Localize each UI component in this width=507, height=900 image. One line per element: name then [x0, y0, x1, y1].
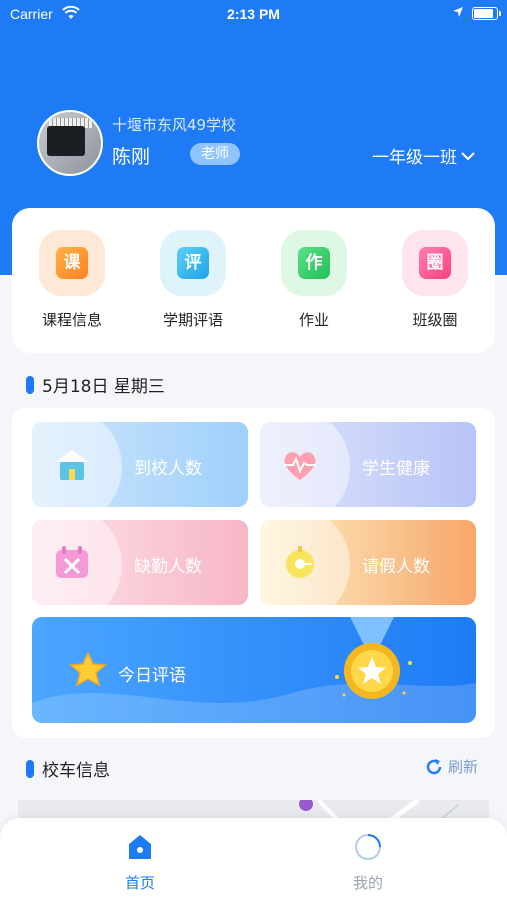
tab-mine-label: 我的: [352, 874, 383, 892]
home-icon: [129, 835, 151, 859]
quick-action-label: 班级圈: [412, 311, 458, 329]
quick-actions-card: 课 课程信息 评 学期评语 作 作业 圈 班级圈: [12, 208, 495, 353]
refresh-label: 刷新: [448, 758, 479, 776]
quick-action-semester-comments[interactable]: 评 学期评语: [143, 230, 243, 330]
role-badge: 老师: [190, 143, 240, 165]
stat-card-health[interactable]: 学生健康: [260, 422, 476, 507]
homework-icon: 作: [281, 230, 347, 296]
today-comments-banner[interactable]: 今日评语: [32, 617, 476, 723]
class-circle-icon: 圈: [402, 230, 468, 296]
bus-section-header: 校车信息: [26, 756, 110, 781]
star-icon: [69, 651, 107, 687]
quick-action-label: 课程信息: [41, 311, 102, 329]
tab-bar: 首页 我的: [0, 818, 507, 900]
comment-glyph: 评: [177, 247, 209, 279]
battery-fill: [474, 9, 493, 18]
date-section-header: 5月18日 星期三: [26, 372, 165, 397]
quick-action-homework[interactable]: 作 作业: [264, 230, 364, 330]
stat-card-leave[interactable]: 请假人数: [260, 520, 476, 605]
school-name: 十堰市东风49学校: [112, 116, 237, 134]
location-arrow-icon: [452, 6, 464, 22]
class-selector[interactable]: 一年级一班: [372, 143, 475, 168]
course-glyph: 课: [56, 247, 88, 279]
quick-action-class-circle[interactable]: 圈 班级圈: [385, 230, 485, 330]
heartbeat-icon: [284, 452, 316, 480]
stat-label: 缺勤人数: [134, 557, 202, 577]
quick-action-label: 作业: [298, 311, 329, 329]
stat-label: 请假人数: [362, 557, 430, 577]
stat-label: 到校人数: [134, 459, 202, 479]
status-bar: Carrier 2:13 PM: [0, 0, 507, 30]
stat-card-arrivals[interactable]: 到校人数: [32, 422, 248, 507]
avatar[interactable]: [37, 110, 103, 176]
stat-card-absence[interactable]: 缺勤人数: [32, 520, 248, 605]
homework-glyph: 作: [298, 247, 330, 279]
bus-section-title: 校车信息: [42, 761, 110, 781]
tab-mine[interactable]: 我的: [328, 832, 408, 893]
quick-action-label: 学期评语: [162, 311, 223, 329]
avatar-screen: [47, 126, 85, 156]
refresh-icon: [426, 758, 442, 774]
tab-home-label: 首页: [124, 874, 155, 892]
school-arrival-icon: [56, 450, 88, 480]
section-accent-bar: [26, 375, 34, 394]
battery-icon: [472, 7, 501, 20]
profile-icon: [355, 834, 381, 860]
clock: 2:13 PM: [227, 6, 280, 22]
class-selector-label: 一年级一班: [372, 148, 457, 168]
leave-clock-icon: [286, 546, 314, 578]
user-name: 陈刚: [112, 146, 151, 168]
section-accent-bar: [26, 759, 34, 778]
class-circle-glyph: 圈: [419, 247, 451, 279]
banner-label: 今日评语: [118, 666, 186, 686]
medal-icon: [335, 617, 412, 699]
quick-action-course-info[interactable]: 课 课程信息: [22, 230, 122, 330]
stat-label: 学生健康: [362, 459, 430, 479]
date-title: 5月18日 星期三: [42, 377, 165, 397]
comment-icon: 评: [160, 230, 226, 296]
course-icon: 课: [39, 230, 105, 296]
tab-home[interactable]: 首页: [100, 832, 180, 893]
absence-icon: [56, 546, 88, 578]
chevron-down-icon: [461, 151, 475, 160]
refresh-button[interactable]: 刷新: [424, 756, 478, 777]
